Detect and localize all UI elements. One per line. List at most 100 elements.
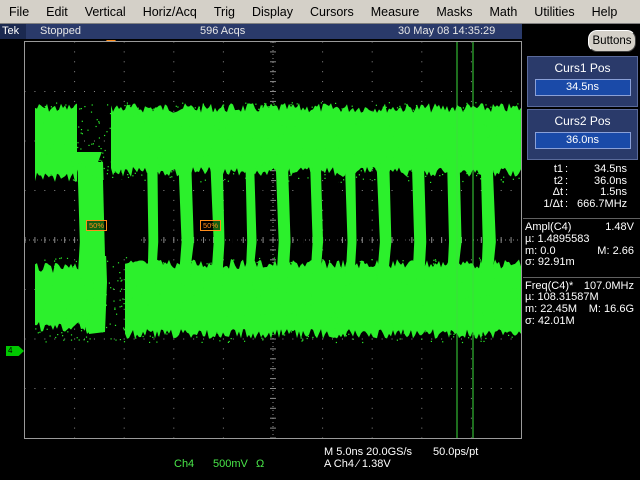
trace-noise — [460, 155, 462, 157]
trace-noise — [483, 124, 485, 126]
trace-noise — [70, 339, 73, 341]
trace-noise — [253, 289, 255, 291]
trace-noise — [149, 341, 151, 343]
trace-noise — [406, 284, 408, 286]
trace-noise — [389, 129, 391, 131]
menu-edit[interactable]: Edit — [38, 1, 77, 23]
grid-dot — [470, 397, 472, 399]
curs1-pos-field[interactable]: 34.5ns — [534, 79, 631, 96]
menu-trig[interactable]: Trig — [205, 1, 243, 23]
trace-noise — [280, 136, 282, 138]
trace-noise — [245, 270, 247, 272]
trace-noise — [291, 102, 293, 104]
ampl-max-label: M: — [597, 244, 610, 257]
trace-noise — [194, 112, 196, 114]
grid-dot — [153, 338, 155, 340]
trace-noise — [79, 170, 81, 172]
trace-noise — [203, 155, 205, 157]
trace-noise — [149, 335, 151, 337]
curs2-pos-field[interactable]: 36.0ns — [534, 132, 631, 149]
trace-noise — [434, 264, 436, 266]
trace-noise — [282, 142, 284, 144]
channel-name[interactable]: Ch4 — [174, 458, 194, 470]
trace-noise — [290, 104, 292, 106]
cursor-readout: t1:34.5ns t2:36.0ns Δt:1.5ns 1/Δt:666.7M… — [523, 163, 640, 210]
trace-noise — [326, 130, 328, 132]
trace-noise — [219, 173, 221, 175]
grid-dot — [222, 91, 224, 92]
trace-noise — [460, 278, 462, 280]
trace-noise — [256, 262, 258, 264]
trace-noise — [492, 171, 494, 173]
ampl-sigma: 92.91m — [537, 256, 575, 269]
trace-noise — [189, 110, 191, 112]
trace-noise — [78, 339, 80, 341]
channel-scale[interactable]: 500mV — [213, 458, 248, 470]
waveform-display[interactable] — [24, 41, 522, 439]
trace-noise — [121, 305, 123, 307]
freq-sigma: 42.01M — [537, 314, 575, 327]
trace-noise — [342, 272, 344, 274]
trace-noise — [377, 153, 379, 155]
grid-dot — [173, 180, 175, 182]
freq-mean: 108.31587M — [537, 291, 599, 304]
menu-math[interactable]: Math — [481, 1, 526, 23]
trace-noise — [101, 259, 103, 261]
trace-noise — [246, 263, 248, 265]
menu-cursors[interactable]: Cursors — [301, 1, 362, 23]
trace-noise — [157, 157, 159, 159]
trace-noise — [360, 120, 362, 122]
trace-noise — [226, 278, 228, 280]
trace-noise — [411, 111, 414, 113]
ampl-measurement[interactable]: Ampl(C4) 1.48V µ: 1.4895583 m: 0.0 M: 2.66… — [523, 218, 640, 268]
trace-noise — [348, 284, 350, 286]
trace-noise — [64, 143, 67, 145]
trace-noise — [38, 297, 40, 299]
grid-dot — [74, 229, 76, 231]
trace-noise — [365, 282, 368, 284]
grid-dot — [401, 388, 403, 389]
trace-noise — [384, 113, 386, 115]
trace-noise — [78, 322, 80, 324]
trace-noise — [257, 268, 259, 270]
buttons-button[interactable]: Buttons — [588, 30, 636, 52]
menu-display[interactable]: Display — [243, 1, 301, 23]
trace-noise — [213, 124, 215, 126]
channel-4-ground-marker[interactable]: 4 — [6, 346, 24, 356]
trace-noise — [272, 273, 274, 275]
trigger-readout[interactable]: A Ch4 ⁄ 1.38V — [324, 458, 391, 470]
trace-noise — [117, 121, 119, 123]
grid-dot — [163, 91, 165, 92]
trace-noise — [301, 267, 304, 269]
menu-utilities[interactable]: Utilities — [526, 1, 583, 23]
grid-dot — [222, 100, 224, 102]
ref-level-marker-2[interactable]: 50% — [200, 220, 222, 231]
grid-dot — [500, 91, 502, 92]
trace-noise — [421, 338, 423, 340]
trace-noise — [360, 170, 362, 172]
menu-file[interactable]: File — [0, 1, 38, 23]
menu-vertical[interactable]: Vertical — [76, 1, 134, 23]
timebase-readout[interactable]: M 5.0ns 20.0GS/s — [324, 446, 412, 458]
trace-noise — [225, 309, 227, 311]
trace-noise — [109, 113, 112, 115]
grid-dot — [123, 348, 125, 350]
trace-noise — [253, 142, 255, 144]
trace-noise — [180, 181, 182, 183]
trace-noise — [505, 299, 507, 301]
ref-level-marker-1[interactable]: 50% — [86, 220, 108, 231]
grid-dot — [351, 388, 353, 389]
menu-horiz-acq[interactable]: Horiz/Acq — [134, 1, 205, 23]
trace-noise — [488, 310, 490, 312]
trace-noise — [166, 333, 168, 335]
menu-help[interactable]: Help — [583, 1, 626, 23]
menu-measure[interactable]: Measure — [362, 1, 428, 23]
grid-dot — [123, 407, 125, 409]
freq-measurement[interactable]: Freq(C4)* 107.0MHz µ: 108.31587M m: 22.45… — [523, 276, 640, 327]
acquisition-count: 596 Acqs — [200, 25, 246, 37]
trace-noise — [313, 172, 315, 174]
waveform-canvas[interactable] — [25, 42, 521, 438]
menu-masks[interactable]: Masks — [428, 1, 481, 23]
grid-dot — [74, 190, 76, 191]
grid-dot — [74, 388, 76, 389]
